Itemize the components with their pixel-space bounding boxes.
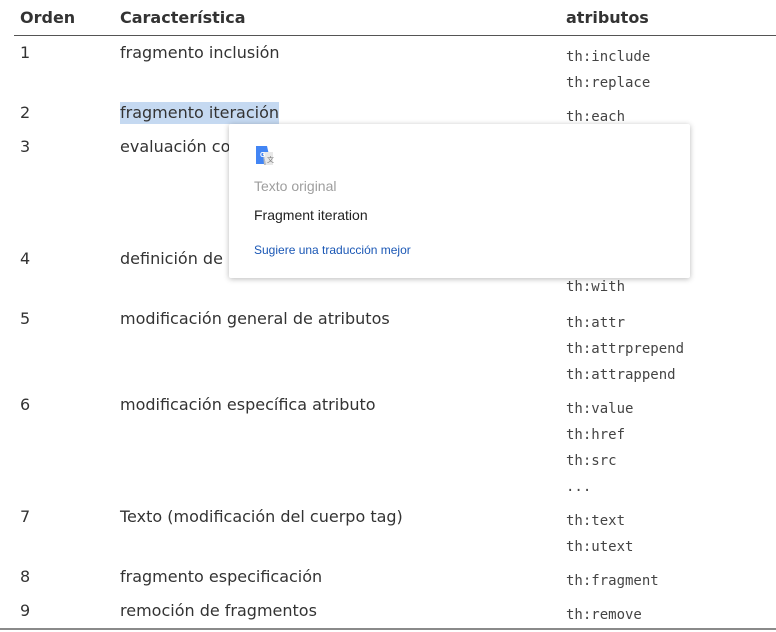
attribute-code: th:attrprepend [566,341,685,357]
row-feature: evaluación co [120,137,231,156]
attribute-code: th:value [566,401,634,417]
attribute-code: th:text [566,513,626,529]
header-divider [14,35,776,36]
row-order: 2 [20,103,31,122]
features-table: Orden Característica atributos 1 fragmen… [0,0,776,632]
row-feature: fragmento especificación [120,567,323,586]
row-order: 8 [20,567,31,586]
row-feature: fragmento inclusión [120,43,280,62]
attribute-code: th:replace [566,75,651,91]
row-attributes: th:include th:replace [566,44,650,96]
row-order: 5 [20,309,31,328]
original-text-label: Texto original [254,178,337,194]
attribute-code: th:utext [566,539,634,555]
row-order: 4 [20,249,31,268]
row-feature: definición de [120,249,223,268]
row-order: 7 [20,507,31,526]
row-attributes: th:value th:href th:src ... [566,396,633,500]
row-feature-selected[interactable]: fragmento iteración [120,102,280,124]
attribute-code: th:src [566,453,617,469]
translation-text: Fragment iteration [254,207,368,223]
row-attributes: th:fragment [566,568,659,594]
row-order: 1 [20,43,31,62]
attribute-code: th:attr [566,315,626,331]
row-order: 6 [20,395,31,414]
row-feature: Texto (modificación del cuerpo tag) [120,507,403,526]
attribute-code: th:attrappend [566,367,676,383]
svg-text:G: G [260,152,266,159]
row-feature: modificación general de atributos [120,309,390,328]
header-order: Orden [20,8,76,27]
row-attributes: th:attr th:attrprepend th:attrappend [566,310,684,388]
row-order: 9 [20,601,31,620]
table-bottom-border [0,628,776,630]
row-feature: modificación específica atributo [120,395,376,414]
row-attributes: th:remove [566,602,642,628]
translate-popup[interactable]: G 文 Texto original Fragment iteration Su… [229,124,690,278]
row-feature: remoción de fragmentos [120,601,317,620]
attribute-code: th:fragment [566,573,659,589]
google-translate-icon[interactable]: G 文 [254,145,275,166]
attribute-ellipsis: ... [566,479,592,495]
attribute-code: th:include [566,49,651,65]
header-feature: Característica [120,8,246,27]
row-order: 3 [20,137,31,156]
row-attributes: th:text th:utext [566,508,633,560]
svg-text:文: 文 [267,155,274,164]
suggest-translation-link[interactable]: Sugiere una traducción mejor [254,243,411,257]
attribute-code: th:remove [566,607,642,623]
header-attributes: atributos [566,8,649,27]
attribute-code: th:href [566,427,626,443]
